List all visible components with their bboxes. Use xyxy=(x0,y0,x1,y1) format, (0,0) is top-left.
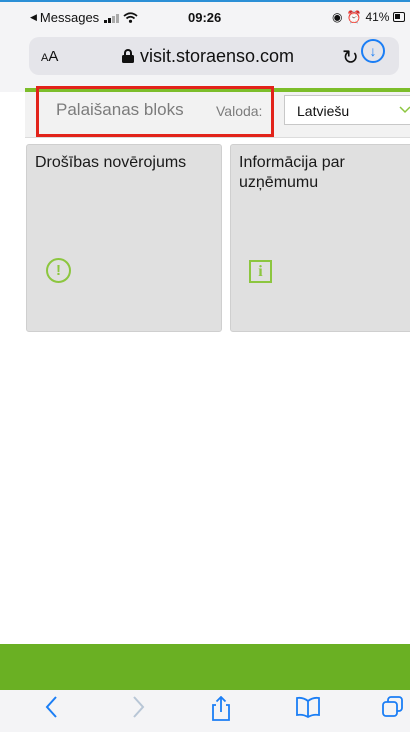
bookmarks-icon[interactable] xyxy=(296,696,320,725)
chevron-down-icon xyxy=(399,100,410,123)
launch-block-title: Palaišanas bloks xyxy=(56,100,184,119)
cellular-signal-icon xyxy=(104,13,120,23)
alarm-icon: ⏰ xyxy=(346,10,362,24)
exclamation-circle-icon: ! xyxy=(46,258,71,283)
language-label: Valoda: xyxy=(216,103,263,119)
tile-title: Drošības novērojums xyxy=(35,154,187,171)
lock-icon xyxy=(122,49,134,63)
wifi-icon xyxy=(123,12,138,23)
language-select[interactable]: Latviešu xyxy=(284,95,410,125)
back-triangle-icon: ◀ xyxy=(30,12,37,22)
forward-chevron-icon[interactable] xyxy=(132,694,146,726)
battery-percent: 41% xyxy=(365,10,390,24)
download-icon[interactable]: ↓ xyxy=(361,39,385,63)
browser-toolbar xyxy=(0,690,410,732)
status-time: 09:26 xyxy=(188,10,222,25)
tile-safety-observation[interactable]: Drošības novērojums ! xyxy=(26,144,222,332)
browser-address-area: AAAA visit.storaenso.com ↻ ↓ xyxy=(0,32,410,88)
status-right: ◉ ⏰ 41% xyxy=(332,10,406,24)
battery-icon xyxy=(393,12,406,22)
tile-title: Informācija par uzņēmumu xyxy=(239,154,345,191)
tabs-icon[interactable] xyxy=(382,696,404,725)
reload-icon[interactable]: ↻ xyxy=(342,45,359,70)
status-bar: ◀ Messages 09:26 ◉ ⏰ 41% xyxy=(0,2,410,32)
location-icon: ◉ xyxy=(332,10,343,24)
language-selected-value: Latviešu xyxy=(297,103,350,119)
header-spacer xyxy=(0,88,25,92)
address-bar[interactable]: AAAA visit.storaenso.com ↻ xyxy=(29,37,399,75)
url-text[interactable]: visit.storaenso.com xyxy=(140,46,294,67)
share-icon[interactable] xyxy=(212,695,230,729)
text-size-button[interactable]: AAAA xyxy=(41,48,58,65)
back-chevron-icon[interactable] xyxy=(44,694,58,726)
tile-company-information[interactable]: Informācija par uzņēmumu i xyxy=(230,144,410,332)
info-square-icon: i xyxy=(249,260,272,283)
page-footer-bar xyxy=(0,644,410,690)
status-back-app[interactable]: ◀ Messages xyxy=(30,10,138,25)
status-back-app-label: Messages xyxy=(39,10,100,25)
